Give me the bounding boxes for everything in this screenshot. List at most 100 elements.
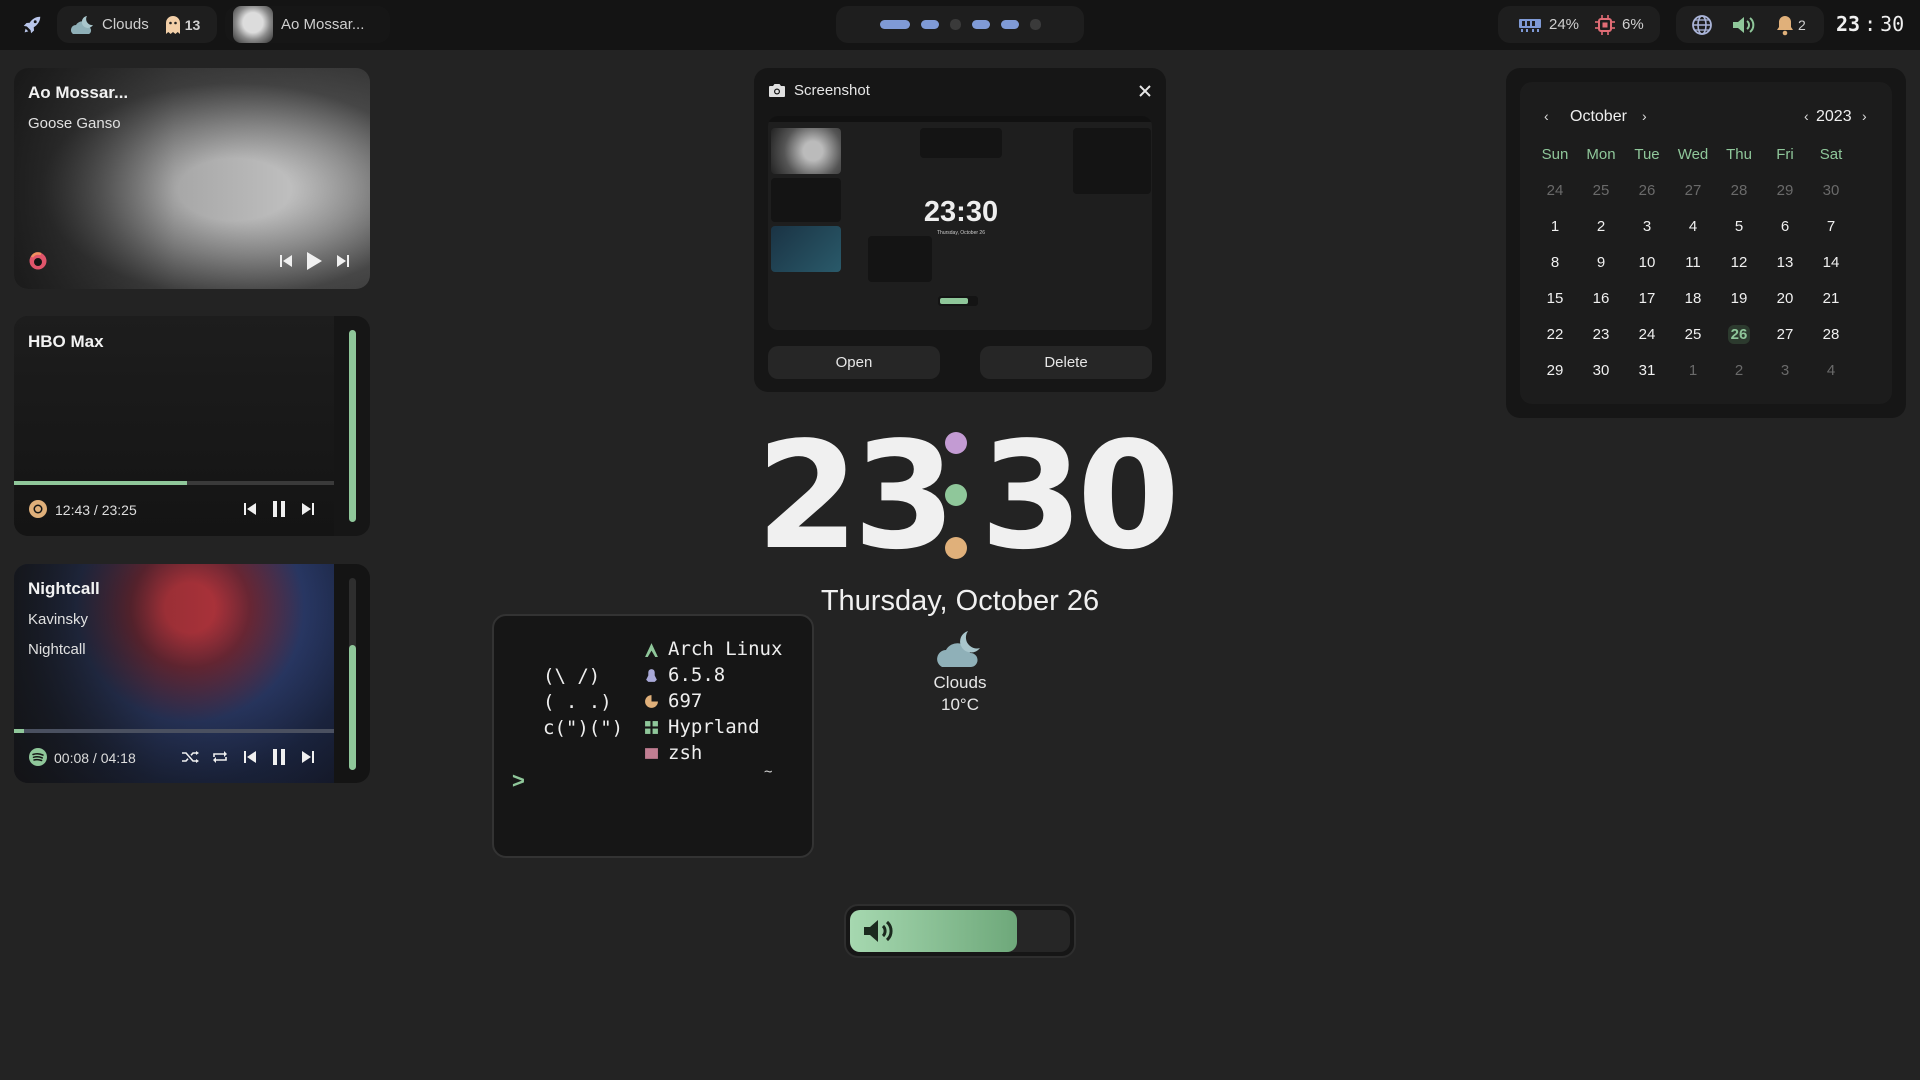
workspace-5[interactable]	[1000, 20, 1019, 29]
player-1-prev-button[interactable]	[274, 249, 298, 273]
player-3-title: Nightcall	[28, 579, 100, 598]
volume-track	[850, 910, 1070, 952]
player-1-play-button[interactable]	[302, 249, 326, 273]
player-2-progress-track[interactable]	[14, 481, 334, 485]
now-playing-pill[interactable]: Ao Mossar...	[225, 6, 390, 43]
player-3-progress-track[interactable]	[14, 729, 334, 733]
calendar-day[interactable]: 26	[1624, 182, 1670, 199]
calendar-day[interactable]: 22	[1532, 326, 1578, 343]
calendar-day[interactable]: 24	[1624, 326, 1670, 343]
calendar-day[interactable]: 1	[1532, 218, 1578, 235]
calendar-day[interactable]: 27	[1762, 326, 1808, 343]
weekday-sat: Sat	[1819, 146, 1843, 163]
volume-icon[interactable]	[1731, 14, 1757, 36]
player-2-next-button[interactable]	[296, 497, 320, 521]
player-3-pause-button[interactable]	[267, 745, 291, 769]
calendar-day[interactable]: 30	[1578, 362, 1624, 379]
close-button[interactable]	[1135, 81, 1155, 101]
open-button[interactable]: Open	[768, 346, 940, 379]
player-3-repeat-button[interactable]	[208, 745, 232, 769]
info-value: Arch Linux	[668, 638, 783, 660]
calendar-day[interactable]: 31	[1624, 362, 1670, 379]
calendar-day[interactable]: 28	[1808, 326, 1854, 343]
player-2-pause-button[interactable]	[267, 497, 291, 521]
calendar-day[interactable]: 26	[1716, 325, 1762, 344]
calendar-day[interactable]: 4	[1670, 218, 1716, 235]
topbar-clock-minutes: 30	[1880, 12, 1905, 36]
calendar-day[interactable]: 3	[1624, 218, 1670, 235]
globe-icon[interactable]	[1691, 14, 1713, 36]
clock-dot-bottom	[945, 537, 967, 559]
calendar-day[interactable]: 1	[1670, 362, 1716, 379]
workspace-4[interactable]	[971, 20, 990, 29]
calendar-day[interactable]: 10	[1624, 254, 1670, 271]
calendar-day[interactable]: 30	[1808, 182, 1854, 199]
workspace-switcher[interactable]	[836, 6, 1084, 43]
topbar-clock[interactable]: 23:30	[1836, 12, 1904, 36]
spotify-icon	[29, 748, 47, 766]
calendar-day[interactable]: 20	[1762, 290, 1808, 307]
prev-year-button[interactable]: ‹	[1804, 108, 1809, 124]
player-1-next-button[interactable]	[331, 249, 355, 273]
calendar-day[interactable]: 21	[1808, 290, 1854, 307]
calendar-day[interactable]: 25	[1670, 326, 1716, 343]
calendar-day[interactable]: 16	[1578, 290, 1624, 307]
calendar-day[interactable]: 23	[1578, 326, 1624, 343]
calendar-day[interactable]: 12	[1716, 254, 1762, 271]
album-avatar	[233, 6, 273, 43]
player-3-time: 00:08 / 04:18	[54, 750, 136, 766]
player-3-shuffle-button[interactable]	[178, 745, 202, 769]
topbar-clock-hours: 23	[1836, 12, 1861, 36]
player-3-next-button[interactable]	[296, 745, 320, 769]
ghost-icon	[165, 15, 180, 34]
next-year-button[interactable]: ›	[1862, 108, 1867, 124]
workspace-1[interactable]	[879, 20, 910, 29]
calendar-day[interactable]: 14	[1808, 254, 1854, 271]
calendar-day[interactable]: 17	[1624, 290, 1670, 307]
player-2-volume-slider[interactable]	[349, 330, 356, 522]
calendar-day[interactable]: 6	[1762, 218, 1808, 235]
calendar-day[interactable]: 15	[1532, 290, 1578, 307]
workspace-2[interactable]	[920, 20, 939, 29]
player-3-volume-slider[interactable]	[349, 578, 356, 770]
calendar-day[interactable]: 7	[1808, 218, 1854, 235]
calendar-day[interactable]: 19	[1716, 290, 1762, 307]
workspace-6[interactable]	[1029, 19, 1041, 30]
calendar-day[interactable]: 29	[1532, 362, 1578, 379]
delete-button[interactable]: Delete	[980, 346, 1152, 379]
calendar-day[interactable]: 8	[1532, 254, 1578, 271]
calendar-day[interactable]: 11	[1670, 254, 1716, 271]
calendar-day[interactable]: 13	[1762, 254, 1808, 271]
notification-count: 2	[1798, 16, 1806, 33]
calendar-day[interactable]: 2	[1716, 362, 1762, 379]
calendar-day[interactable]: 29	[1762, 182, 1808, 199]
weather-pill[interactable]: Clouds 13	[57, 6, 217, 43]
calendar-day[interactable]: 28	[1716, 182, 1762, 199]
media-player-1: Ao Mossar... Goose Ganso	[14, 68, 370, 289]
player-3-prev-button[interactable]	[238, 745, 262, 769]
prev-month-button[interactable]: ‹	[1544, 108, 1549, 124]
volume-osd[interactable]	[844, 904, 1076, 958]
calendar-day[interactable]: 5	[1716, 218, 1762, 235]
next-month-button[interactable]: ›	[1642, 108, 1647, 124]
calendar-day[interactable]: 18	[1670, 290, 1716, 307]
calendar-day[interactable]: 27	[1670, 182, 1716, 199]
bell-icon[interactable]	[1775, 14, 1795, 36]
calendar-day[interactable]: 2	[1578, 218, 1624, 235]
player-3-artist: Kavinsky	[28, 611, 89, 628]
quick-settings-pill[interactable]: 2	[1676, 6, 1824, 43]
info-row: 6.5.8	[644, 664, 725, 686]
calendar-day[interactable]: 24	[1532, 182, 1578, 199]
calendar-day[interactable]: 25	[1578, 182, 1624, 199]
system-stats-pill[interactable]: 24% 6%	[1498, 6, 1660, 43]
launcher-button[interactable]	[18, 11, 46, 39]
calendar-day[interactable]: 9	[1578, 254, 1624, 271]
calendar-day[interactable]: 4	[1808, 362, 1854, 379]
screenshot-preview[interactable]: 23:30 Thursday, October 26	[768, 116, 1152, 330]
info-row: 697	[644, 690, 702, 712]
workspace-3[interactable]	[949, 19, 961, 30]
weather-condition: Clouds	[933, 673, 987, 692]
player-2-prev-button[interactable]	[238, 497, 262, 521]
cloud-moon-icon	[71, 15, 93, 34]
calendar-day[interactable]: 3	[1762, 362, 1808, 379]
